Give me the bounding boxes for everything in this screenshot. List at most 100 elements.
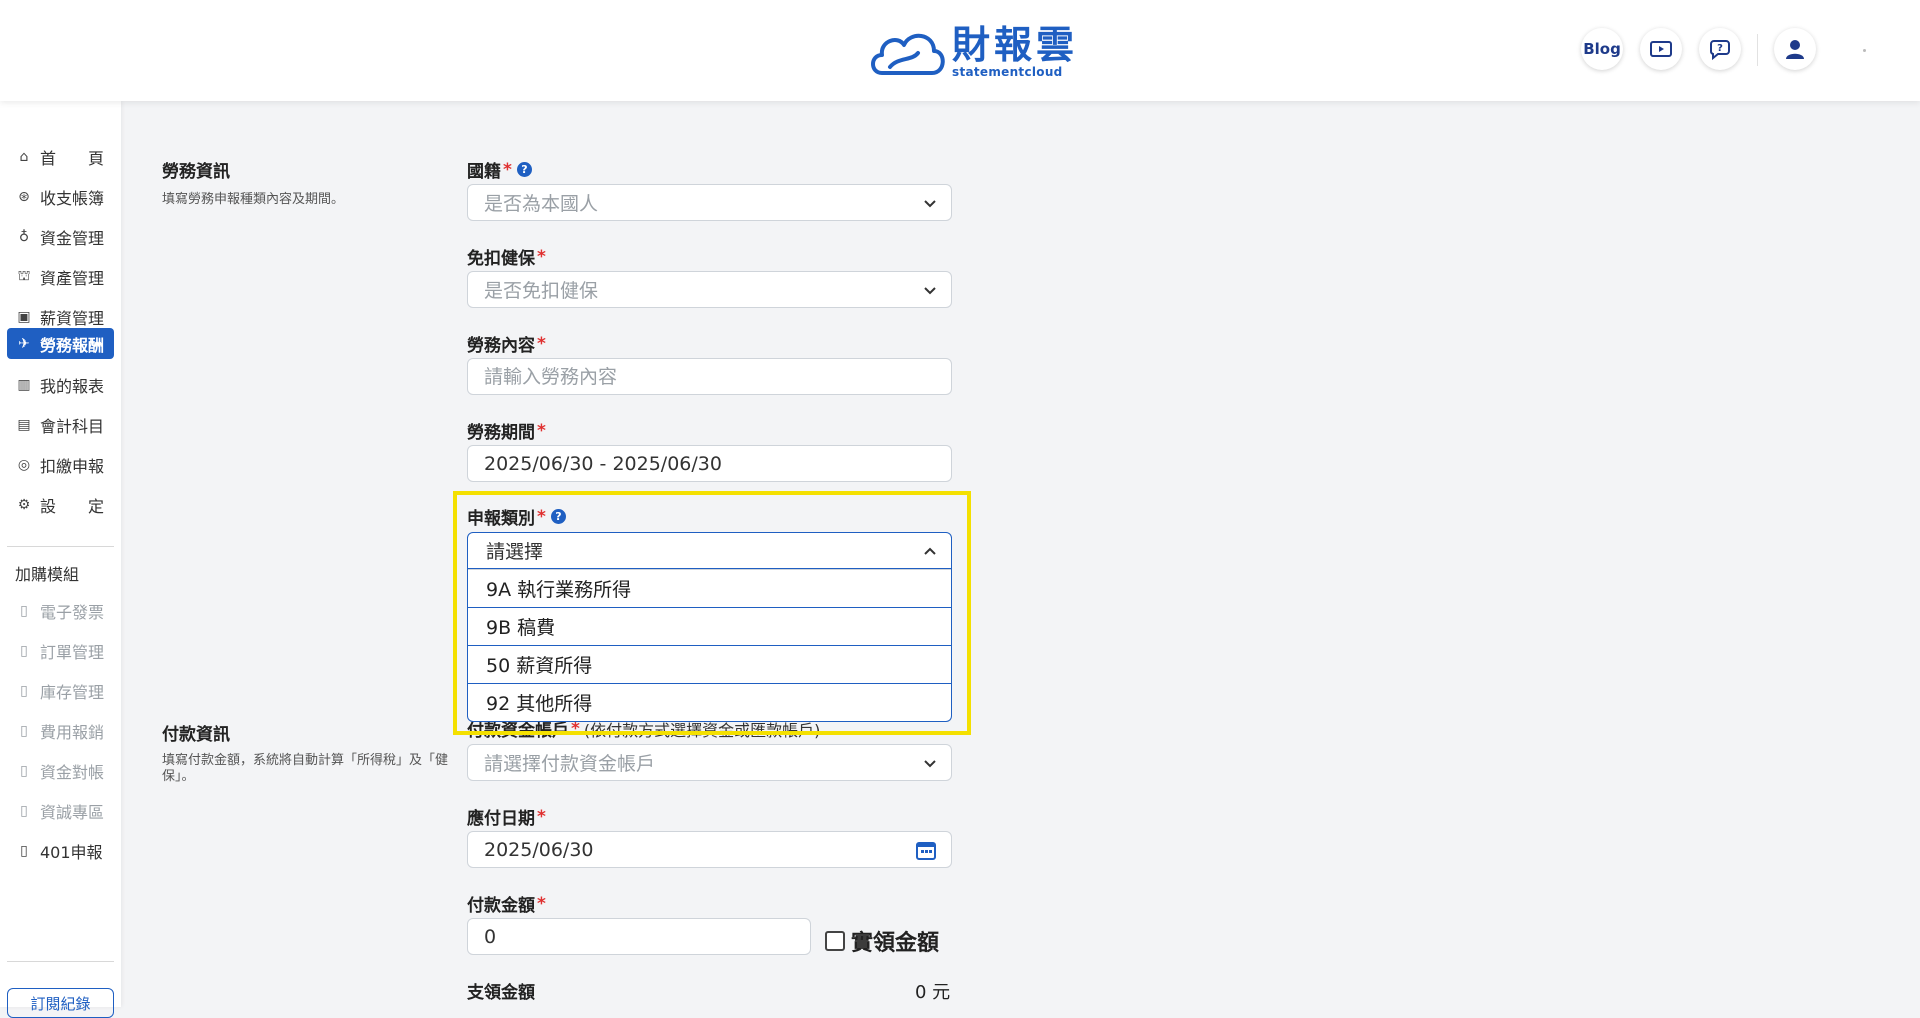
payment-account-placeholder: 請選擇付款資金帳戶 <box>484 753 656 775</box>
sidebar-item-cashbook[interactable]: ⊛ 收支帳簿 <box>7 181 114 212</box>
sidebar-addon-inventory-management[interactable]: ▯ 庫存管理 <box>7 675 114 706</box>
subscription-history-button[interactable]: 訂閱紀錄 <box>7 988 114 1018</box>
net-amount-checkbox[interactable] <box>825 931 845 951</box>
sidebar-item-fund-management[interactable]: ♁ 資金管理 <box>7 221 114 252</box>
sidebar-item-label: 資誠專區 <box>40 802 105 822</box>
sidebar-item-label: 我的報表 <box>40 376 105 396</box>
video-book-icon <box>1650 41 1672 57</box>
nationality-label: 國籍 * ? <box>467 157 532 182</box>
help-chat-button[interactable]: ? <box>1699 28 1741 70</box>
help-chat-icon: ? <box>1710 40 1730 61</box>
labor-period-label-text: 勞務期間 <box>467 423 535 443</box>
sidebar-item-label: 401申報 <box>40 842 103 862</box>
addon-module-icon: ▯ <box>20 642 28 659</box>
labor-icon: ✈ <box>18 335 30 352</box>
paid-amount-value: 0 元 <box>915 982 951 1003</box>
sidebar-item-label: 訂單管理 <box>40 642 105 662</box>
chevron-down-icon <box>924 200 936 208</box>
required-mark: * <box>537 893 546 914</box>
tax-icon: ◎ <box>17 456 31 473</box>
cloud-logo-icon <box>871 34 945 75</box>
required-mark: * <box>503 159 512 180</box>
labor-period-field[interactable]: 2025/06/30 - 2025/06/30 <box>467 445 952 482</box>
payment-account-select[interactable]: 請選擇付款資金帳戶 <box>467 744 952 781</box>
sidebar-item-withholding-filing[interactable]: ◎ 扣繳申報 <box>7 449 114 480</box>
help-icon[interactable]: ? <box>516 162 532 177</box>
sidebar-item-accounting-subjects[interactable]: ▤ 會計科目 <box>7 409 114 440</box>
required-mark: * <box>537 806 546 827</box>
sidebar-item-label: 庫存管理 <box>40 682 105 702</box>
sidebar-item-label: 會計科目 <box>40 416 105 436</box>
due-date-field[interactable]: 2025/06/30 <box>467 831 952 868</box>
sidebar-divider <box>7 546 114 547</box>
labor-content-input[interactable] <box>484 365 935 388</box>
sidebar-item-label: 扣繳申報 <box>40 456 105 476</box>
nationality-label-text: 國籍 <box>467 162 501 182</box>
home-icon: ⌂ <box>19 148 29 165</box>
bank-icon: ⛫ <box>17 267 31 284</box>
money-bag-icon: ♁ <box>18 228 30 245</box>
payment-amount-label-text: 付款金額 <box>467 896 535 916</box>
labor-section-description: 填寫勞務申報種類內容及期間。 <box>162 192 345 207</box>
category-highlight-box <box>453 491 971 735</box>
video-tutorial-button[interactable] <box>1640 28 1682 70</box>
sidebar-item-label: 薪資管理 <box>40 308 105 328</box>
calendar-icon[interactable] <box>915 839 937 861</box>
blog-label: Blog <box>1583 40 1621 58</box>
chevron-down-icon <box>924 287 936 295</box>
header-dot <box>1863 49 1866 52</box>
sidebar-addon-401-filing[interactable]: ▯ 401申報 <box>7 835 114 866</box>
required-mark: * <box>537 246 546 267</box>
addon-module-icon: ▯ <box>20 762 28 779</box>
sidebar: ⌂ 首頁 ⊛ 收支帳簿 ♁ 資金管理 ⛫ 資產管理 ▣ 薪資管理 ✈ 勞務報酬 … <box>0 101 121 1018</box>
addon-module-icon: ▯ <box>20 602 28 619</box>
payment-amount-field[interactable] <box>467 918 811 955</box>
logo-english-text: statementcloud <box>952 65 1063 79</box>
sidebar-item-label: 電子發票 <box>40 602 105 622</box>
sidebar-item-label: 設定 <box>40 496 104 516</box>
labor-content-field[interactable] <box>467 358 952 395</box>
top-header: 財報雲 statementcloud Blog ? <box>0 0 1920 101</box>
due-date-value: 2025/06/30 <box>484 838 594 861</box>
sidebar-addon-expense-reimbursement[interactable]: ▯ 費用報銷 <box>7 715 114 746</box>
addon-module-icon: ▯ <box>20 802 28 819</box>
sidebar-addon-order-management[interactable]: ▯ 訂單管理 <box>7 635 114 666</box>
net-amount-checkbox-wrap[interactable]: 實領金額 <box>825 925 939 957</box>
sidebar-item-label: 資金管理 <box>40 228 105 248</box>
sidebar-divider <box>7 961 114 962</box>
net-amount-checkbox-label: 實領金額 <box>851 931 940 956</box>
health-exempt-label-text: 免扣健保 <box>467 249 535 269</box>
due-date-label-text: 應付日期 <box>467 809 535 829</box>
logo-chinese-text: 財報雲 <box>952 23 1079 67</box>
health-exempt-placeholder: 是否免扣健保 <box>484 280 599 302</box>
sidebar-item-label: 費用報銷 <box>40 722 105 742</box>
due-date-label: 應付日期 * <box>467 804 546 830</box>
payment-section-title: 付款資訊 <box>162 725 230 745</box>
health-exempt-select[interactable]: 是否免扣健保 <box>467 271 952 308</box>
sidebar-item-labor-remuneration[interactable]: ✈ 勞務報酬 <box>7 328 114 359</box>
health-exempt-label: 免扣健保 * <box>467 244 546 270</box>
subscription-history-label: 訂閱紀錄 <box>30 994 91 1013</box>
blog-button[interactable]: Blog <box>1581 28 1623 70</box>
user-account-button[interactable] <box>1774 28 1816 70</box>
bar-chart-icon: ▥ <box>17 376 31 393</box>
sidebar-addon-fund-reconciliation[interactable]: ▯ 資金對帳 <box>7 755 114 786</box>
nationality-select[interactable]: 是否為本國人 <box>467 184 952 221</box>
labor-period-label: 勞務期間 * <box>467 418 546 444</box>
statementcloud-logo[interactable]: 財報雲 statementcloud <box>868 22 1078 82</box>
payment-amount-input[interactable] <box>484 925 794 948</box>
sidebar-item-label: 收支帳簿 <box>40 188 105 208</box>
labor-section-title: 勞務資訊 <box>162 162 230 182</box>
payment-amount-label: 付款金額 * <box>467 891 546 917</box>
ledger-icon: ▤ <box>17 416 31 433</box>
sidebar-item-asset-management[interactable]: ⛫ 資產管理 <box>7 261 114 292</box>
sidebar-item-home[interactable]: ⌂ 首頁 <box>7 141 114 172</box>
payment-section-description: 填寫付款金額，系統將自動計算「所得稅」及「健保」。 <box>162 753 449 784</box>
sidebar-addon-e-invoice[interactable]: ▯ 電子發票 <box>7 595 114 626</box>
required-mark: * <box>537 333 546 354</box>
sidebar-item-my-reports[interactable]: ▥ 我的報表 <box>7 369 114 400</box>
addon-modules-heading: 加購模組 <box>15 565 80 584</box>
sidebar-addon-pwc-zone[interactable]: ▯ 資誠專區 <box>7 795 114 826</box>
sidebar-item-settings[interactable]: ⚙ 設定 <box>7 489 114 520</box>
user-icon <box>1786 40 1804 59</box>
